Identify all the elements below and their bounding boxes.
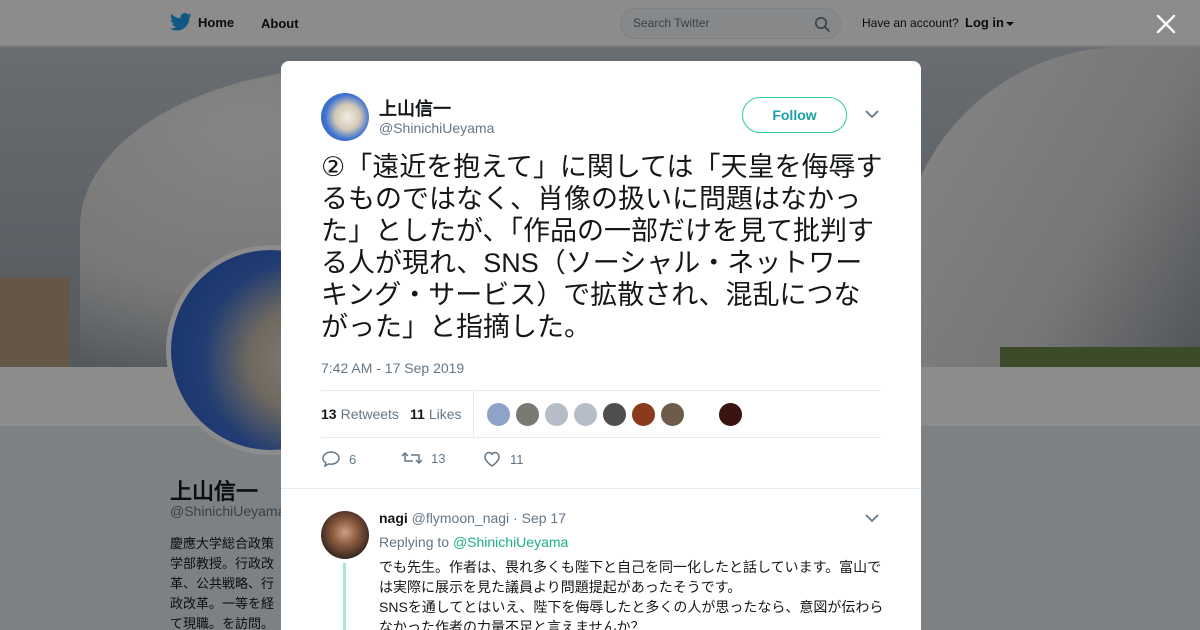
reply-text: でも先生。作者は、畏れ多くも陛下と自己を同一化したと話しています。富山では実際に… (379, 559, 884, 630)
liker-avatar[interactable] (486, 402, 511, 427)
tweet-timestamp[interactable]: 7:42 AM - 17 Sep 2019 (321, 360, 464, 376)
retweet-count: 13 (431, 450, 446, 466)
retweets-count: 13 (321, 406, 337, 422)
likes-label: Likes (428, 406, 462, 422)
reply-header: nagi @flymoon_nagi · Sep 17 (379, 510, 566, 526)
likes-stat[interactable]: 11 Likes (410, 406, 462, 422)
liker-avatar[interactable] (515, 402, 540, 427)
like-count: 11 (510, 451, 524, 467)
tweet-modal: 上山信一 @ShinichiUeyama Follow ②「遠近を抱えて」に関し… (281, 61, 921, 630)
tweet-author-avatar[interactable] (321, 93, 369, 141)
reply-author-avatar[interactable] (321, 511, 369, 559)
liker-avatar[interactable] (718, 402, 743, 427)
reply-date[interactable]: · Sep 17 (513, 510, 566, 526)
close-icon[interactable] (1154, 12, 1178, 36)
reply-action[interactable]: 6 (321, 450, 356, 468)
retweets-stat[interactable]: 13 Retweets (321, 406, 399, 422)
liker-avatar[interactable] (573, 402, 598, 427)
tweet-author-name[interactable]: 上山信一 (379, 95, 451, 121)
replying-to-label: Replying to (379, 534, 450, 550)
liker-avatar[interactable] (660, 402, 685, 427)
heart-icon (484, 451, 500, 467)
liker-avatar[interactable] (631, 402, 656, 427)
likes-count: 11 (410, 406, 425, 422)
replying-to-link[interactable]: @ShinichiUeyama (453, 534, 568, 550)
liker-avatar[interactable] (544, 402, 569, 427)
thread-line (343, 563, 346, 630)
reply-author-handle[interactable]: @flymoon_nagi (412, 510, 510, 526)
chevron-down-icon[interactable] (865, 109, 879, 119)
reply-icon (322, 451, 340, 468)
reply-count: 6 (349, 451, 357, 467)
tweet-stats: 13 Retweets 11 Likes (321, 390, 881, 438)
retweet-action[interactable]: 13 (401, 450, 445, 466)
stats-divider (473, 391, 474, 437)
follow-button[interactable]: Follow (742, 97, 847, 133)
retweet-icon (401, 451, 423, 465)
replying-to: Replying to @ShinichiUeyama (379, 534, 568, 550)
tweet-text: ②「遠近を抱えて」に関しては「天皇を侮辱するものではなく、肖像の扱いに問題はなか… (321, 152, 883, 342)
replies-divider (281, 488, 921, 498)
like-action[interactable]: 11 (482, 450, 524, 468)
chevron-down-icon[interactable] (865, 513, 879, 523)
retweets-label: Retweets (340, 406, 399, 422)
reply-author-name[interactable]: nagi (379, 510, 408, 526)
liker-avatar[interactable] (602, 402, 627, 427)
tweet-author-handle[interactable]: @ShinichiUeyama (379, 120, 494, 136)
tweet-actions: 6 13 11 (321, 450, 621, 470)
